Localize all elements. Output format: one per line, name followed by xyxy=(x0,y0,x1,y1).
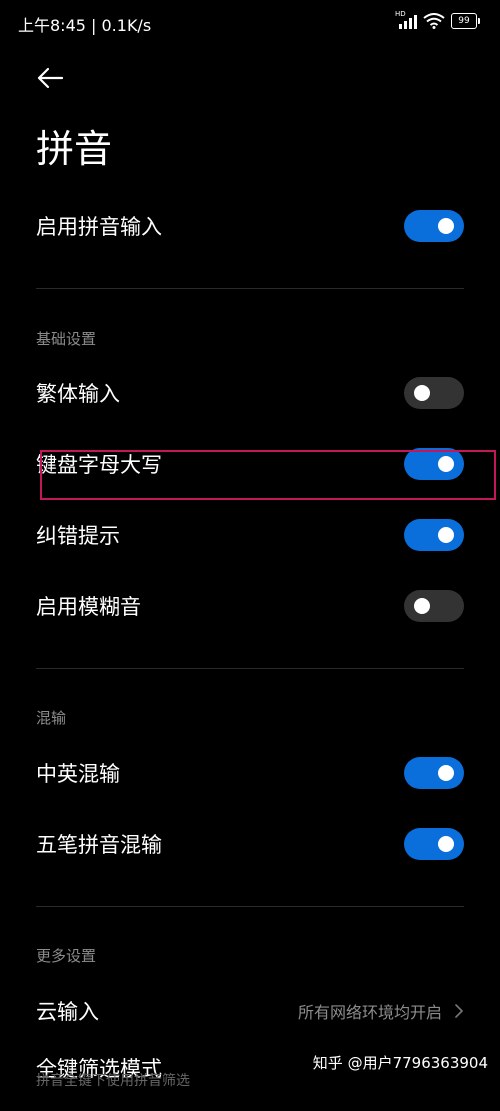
wubi-pinyin-mix-toggle[interactable] xyxy=(404,828,464,860)
battery-icon: 99 xyxy=(451,13,480,29)
cloud-input-value: 所有网络环境均开启 xyxy=(297,1003,442,1022)
divider xyxy=(36,668,464,669)
section-header-more: 更多设置 xyxy=(36,947,97,965)
toggle-knob xyxy=(414,598,430,614)
status-icons: HD 99 xyxy=(395,10,480,31)
row-label: 中英混输 xyxy=(36,762,120,786)
enable-pinyin-toggle[interactable] xyxy=(404,210,464,242)
cloud-input-row[interactable]: 云输入 所有网络环境均开启 xyxy=(0,981,500,1041)
toggle-knob xyxy=(438,836,454,852)
traditional-input-toggle[interactable] xyxy=(404,377,464,409)
toggle-knob xyxy=(438,218,454,234)
signal-icon: HD xyxy=(395,10,417,29)
back-button[interactable] xyxy=(30,58,70,98)
watermark: 知乎 @用户7796363904 xyxy=(312,1054,488,1072)
fuzzy-sound-toggle[interactable] xyxy=(404,590,464,622)
wubi-pinyin-mix-row[interactable]: 五笔拼音混输 xyxy=(0,814,500,874)
toggle-knob xyxy=(438,765,454,781)
error-correction-row[interactable]: 纠错提示 xyxy=(0,505,500,565)
row-label: 启用模糊音 xyxy=(36,595,141,619)
row-label: 繁体输入 xyxy=(36,382,120,406)
divider xyxy=(36,906,464,907)
divider xyxy=(36,288,464,289)
toggle-knob xyxy=(438,527,454,543)
fuzzy-sound-row[interactable]: 启用模糊音 xyxy=(0,576,500,636)
row-label: 五笔拼音混输 xyxy=(36,833,162,857)
full-key-filter-subtitle: 拼音全键下使用拼音筛选 xyxy=(36,1073,190,1089)
chevron-right-icon xyxy=(455,1004,463,1018)
error-correction-toggle[interactable] xyxy=(404,519,464,551)
row-label: 纠错提示 xyxy=(36,524,120,548)
highlight-annotation-box xyxy=(40,450,496,500)
enable-pinyin-row[interactable]: 启用拼音输入 xyxy=(0,196,500,256)
section-header-basic: 基础设置 xyxy=(36,330,97,348)
section-header-mixed: 混输 xyxy=(36,709,67,727)
wifi-icon xyxy=(423,13,445,29)
page-title: 拼音 xyxy=(36,127,113,171)
row-label: 云输入 xyxy=(36,1000,99,1024)
row-label: 启用拼音输入 xyxy=(36,215,162,239)
traditional-input-row[interactable]: 繁体输入 xyxy=(0,363,500,423)
battery-level: 99 xyxy=(451,13,477,29)
status-time-speed: 上午8:45 | 0.1K/s xyxy=(18,16,152,35)
status-bar: 上午8:45 | 0.1K/s HD 99 xyxy=(0,0,500,44)
toggle-knob xyxy=(414,385,430,401)
arrow-left-icon xyxy=(37,67,64,89)
chinese-english-mix-row[interactable]: 中英混输 xyxy=(0,743,500,803)
chinese-english-mix-toggle[interactable] xyxy=(404,757,464,789)
